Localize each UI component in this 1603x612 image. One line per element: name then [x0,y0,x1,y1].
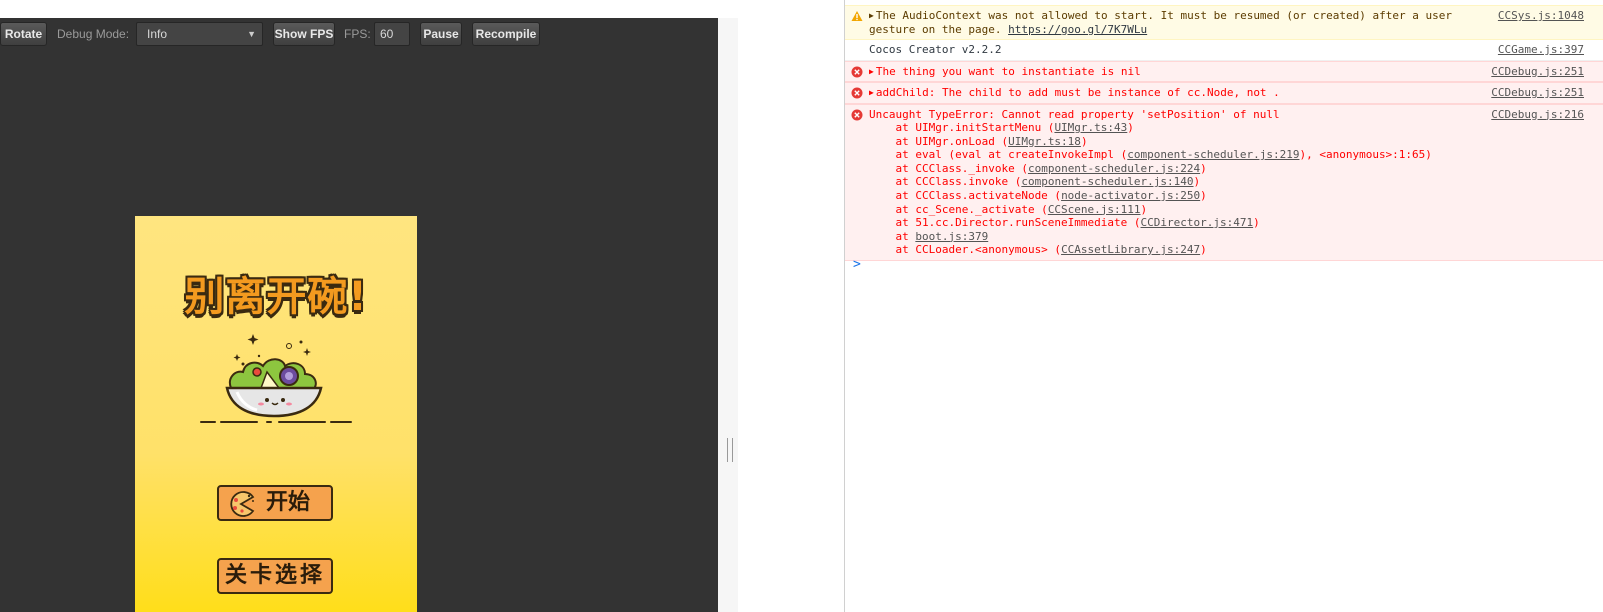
stack-frame: at UIMgr.onLoad (UIMgr.ts:18) [869,135,1403,149]
rotate-button[interactable]: Rotate [0,22,47,46]
stack-frame-text: at eval (eval at createInvokeImpl ( [869,148,1128,162]
warning-link[interactable]: https://goo.gl/7K7WLu [1008,23,1147,36]
stack-frame: at boot.js:379 [869,230,1403,244]
error-icon [851,109,863,120]
warning-text-line2: gesture on the page. [869,22,1009,36]
stack-frame-text: at cc_Scene._activate ( [869,202,1048,216]
stack-frame-link[interactable]: component-scheduler.js:140 [1021,175,1193,188]
warning-icon [851,11,863,21]
stack-frame: at UIMgr.initStartMenu (UIMgr.ts:43) [869,121,1403,135]
debug-mode-label: Debug Mode: [57,27,130,41]
stack-frame-text: ) [1200,188,1207,202]
stack-frame-text: ) [1253,216,1260,230]
stack-frame-text: ) [1200,161,1207,175]
console-message-uncaught-error: Uncaught TypeError: Cannot read property… [845,103,1603,261]
stack-frame-link[interactable]: component-scheduler.js:224 [1028,162,1200,175]
error-icon [851,87,863,99]
stack-frame-text: at CCClass._invoke ( [869,161,1028,175]
message-source-link[interactable]: CCSys.js:1048 [1498,9,1584,23]
message-source-link[interactable]: CCDebug.js:216 [1491,108,1584,122]
stack-frame-text: at UIMgr.onLoad ( [869,134,1009,148]
stack-frame-link[interactable]: CCDirector.js:471 [1141,216,1254,229]
pizza-icon [230,491,255,517]
splitter-grip-handle[interactable] [727,438,733,462]
error-text: addChild: The child to add must be insta… [875,86,1280,99]
stack-frame-text: at CCClass.invoke ( [869,175,1022,189]
game-canvas[interactable]: 别离开碗! 开始 关卡选择 [135,216,417,612]
stack-frame-text: at [869,229,916,243]
stack-frame-text: ) [1080,134,1088,148]
message-source-link[interactable]: CCGame.js:397 [1498,43,1584,57]
stack-frame-link[interactable]: component-scheduler.js:219 [1127,148,1299,161]
start-button[interactable]: 开始 [217,485,333,521]
game-preview-panel: Rotate Debug Mode: Info ▼ Show FPS FPS: … [0,18,718,612]
stack-frame: at CCClass._invoke (component-scheduler.… [869,162,1403,176]
stack-frame-link[interactable]: boot.js:379 [915,230,988,243]
stack-frame-text: at UIMgr.initStartMenu ( [869,121,1055,134]
stack-frame-text: ) [1127,121,1134,134]
stack-frame: at eval (eval at createInvokeImpl (compo… [869,148,1431,162]
fps-input[interactable]: 60 [374,22,410,46]
show-fps-button[interactable]: Show FPS [273,22,335,46]
stack-frame: at CCClass.activateNode (node-activator.… [869,189,1403,203]
stack-frame: at CCLoader.<anonymous> (CCAssetLibrary.… [869,243,1403,257]
console-message-error: ▶ addChild: The child to add must be inst… [845,82,1603,104]
devtools-console: ▶ The AudioContext was not allowed to sta… [844,0,1603,612]
stack-frame: at CCClass.invoke (component-scheduler.j… [869,175,1403,189]
expand-triangle-icon[interactable]: ▶ [869,65,874,79]
stack-frame: at cc_Scene._activate (CCScene.js:111) [869,203,1403,217]
stack-frame-text: ), <anonymous>:1:65) [1299,148,1432,162]
dropdown-arrow-icon: ▼ [247,29,256,39]
stack-frame-text: ) [1140,202,1148,216]
console-message-error: ▶ The thing you want to instantiate is ni… [845,60,1603,82]
level-select-button[interactable]: 关卡选择 [217,558,333,594]
start-button-label: 开始 [265,490,310,515]
stack-frame-link[interactable]: node-activator.js:250 [1061,189,1200,202]
expand-triangle-icon[interactable]: ▶ [869,86,874,100]
error-icon [851,66,863,77]
game-title: 别离开碗! [184,274,368,320]
stack-frame-link[interactable]: CCAssetLibrary.js:247 [1061,243,1200,256]
panel-splitter [738,0,844,612]
info-text: Cocos Creator v2.2.2 [869,43,1002,56]
debug-mode-select[interactable]: Info ▼ [136,22,263,46]
stack-frame-link[interactable]: UIMgr.ts:43 [1054,121,1127,134]
console-message-info: Cocos Creator v2.2.2 CCGame.js:397 [845,40,1603,61]
stack-frame-text: at CCClass.activateNode ( [869,188,1062,202]
warning-text-line1: The AudioContext was not allowed to star… [875,9,1452,22]
stack-frame-text: ) [1193,175,1201,189]
pause-button[interactable]: Pause [420,22,462,46]
error-text: Uncaught TypeError: Cannot read property… [869,107,1280,121]
stack-frame-text: ) [1200,243,1207,257]
preview-gutter [718,18,738,612]
stack-trace: at UIMgr.initStartMenu (UIMgr.ts:43) at … [869,121,1431,260]
expand-triangle-icon[interactable]: ▶ [869,9,874,23]
console-message-warning: ▶ The AudioContext was not allowed to sta… [845,5,1603,40]
stack-frame: at 51.cc.Director.runSceneImmediate (CCD… [869,216,1403,230]
console-prompt[interactable]: > [853,257,861,272]
stack-frame-text: at CCLoader.<anonymous> ( [869,243,1062,257]
debug-mode-value: Info [147,27,168,41]
message-source-link[interactable]: CCDebug.js:251 [1491,86,1584,100]
page-top-strip [0,0,738,18]
salad-bowl-icon [200,334,352,423]
stack-frame-link[interactable]: CCScene.js:111 [1048,203,1141,216]
error-text: The thing you want to instantiate is nil [875,64,1141,78]
fps-label: FPS: [344,27,371,41]
stack-frame-link[interactable]: UIMgr.ts:18 [1008,135,1081,148]
preview-toolbar: Rotate Debug Mode: Info ▼ Show FPS FPS: … [0,22,718,46]
recompile-button[interactable]: Recompile [472,22,540,46]
message-source-link[interactable]: CCDebug.js:251 [1491,65,1584,79]
stack-frame-text: at 51.cc.Director.runSceneImmediate ( [869,216,1141,230]
